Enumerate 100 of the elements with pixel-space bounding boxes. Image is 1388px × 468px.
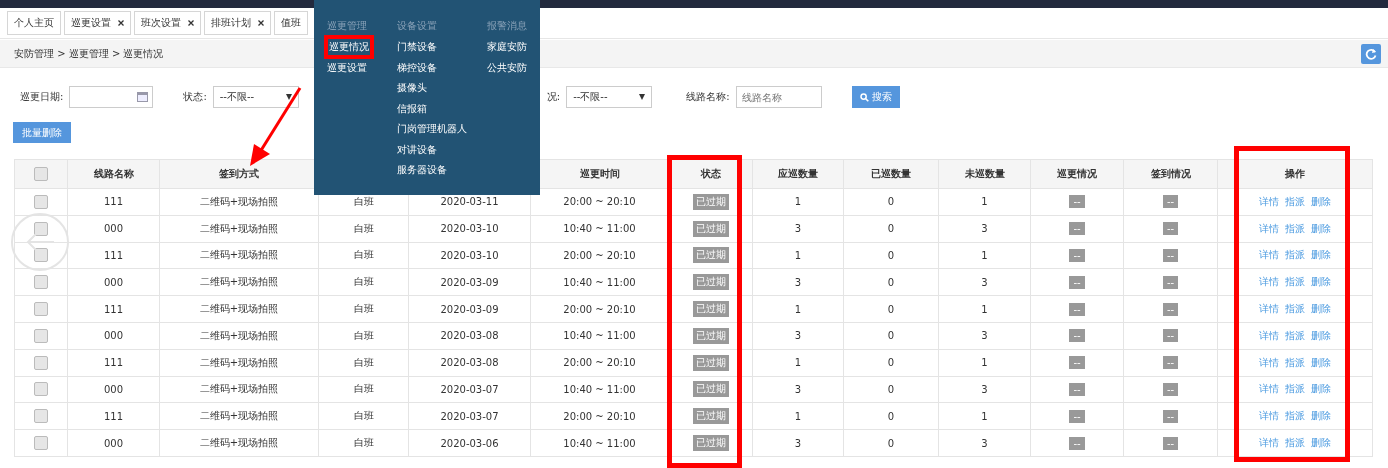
action-link[interactable]: 详情 bbox=[1259, 410, 1279, 422]
table-cell: 20:00 ~ 20:10 bbox=[563, 303, 636, 315]
action-link[interactable]: 指派 bbox=[1285, 410, 1305, 422]
table-cell: 白班 bbox=[353, 383, 374, 395]
filter-label: 况: bbox=[546, 90, 561, 104]
tab[interactable]: 个人主页 bbox=[7, 11, 61, 35]
menu-item[interactable]: 门岗管理机器人 bbox=[397, 119, 487, 140]
row-checkbox[interactable] bbox=[34, 302, 48, 317]
table-cell: 1 bbox=[794, 357, 802, 369]
table-cell: 3 bbox=[794, 437, 802, 449]
empty-badge: -- bbox=[1069, 409, 1085, 423]
tab[interactable]: 值班 bbox=[274, 11, 308, 35]
action-link[interactable]: 指派 bbox=[1285, 356, 1305, 368]
date-field[interactable] bbox=[69, 86, 154, 108]
menu-item[interactable]: 服务器设备 bbox=[397, 160, 487, 181]
empty-badge: -- bbox=[1162, 249, 1179, 262]
action-link[interactable]: 详情 bbox=[1259, 356, 1279, 368]
action-link[interactable]: 详情 bbox=[1259, 303, 1279, 315]
row-checkbox[interactable] bbox=[34, 328, 48, 343]
route-input[interactable]: 线路名称 bbox=[735, 86, 822, 108]
filter-select[interactable]: --不限-- bbox=[566, 86, 653, 108]
menu-item[interactable]: 信报箱 bbox=[397, 98, 487, 119]
table-cell: 2020-03-06 bbox=[440, 437, 499, 449]
status-badge: 已过期 bbox=[692, 408, 729, 425]
action-link[interactable]: 删除 bbox=[1311, 195, 1331, 207]
select-all-checkbox[interactable] bbox=[34, 167, 48, 181]
row-checkbox[interactable] bbox=[34, 221, 48, 236]
action-link[interactable]: 指派 bbox=[1285, 249, 1305, 261]
refresh-button[interactable] bbox=[1361, 43, 1381, 64]
menu-item[interactable]: 梯控设备 bbox=[397, 57, 487, 78]
action-link[interactable]: 删除 bbox=[1311, 276, 1331, 288]
action-link[interactable]: 指派 bbox=[1285, 383, 1305, 395]
action-link[interactable]: 详情 bbox=[1259, 195, 1279, 207]
action-link[interactable]: 详情 bbox=[1259, 276, 1279, 288]
search-button[interactable]: 搜索 bbox=[851, 86, 900, 108]
close-icon[interactable] bbox=[118, 20, 124, 26]
status-badge: 已过期 bbox=[692, 327, 729, 344]
row-checkbox[interactable] bbox=[34, 275, 48, 290]
menu-item[interactable]: 巡更设置 bbox=[327, 58, 397, 79]
action-link[interactable]: 指派 bbox=[1285, 303, 1305, 315]
row-checkbox[interactable] bbox=[34, 248, 48, 263]
column-header: 签到方式 bbox=[219, 168, 259, 179]
action-link[interactable]: 详情 bbox=[1259, 437, 1279, 449]
menu-item[interactable]: 对讲设备 bbox=[397, 139, 487, 160]
menu-item[interactable]: 家庭安防 bbox=[487, 37, 527, 58]
row-checkbox[interactable] bbox=[34, 382, 48, 397]
menu-item[interactable]: 摄像头 bbox=[397, 78, 487, 99]
action-link[interactable]: 指派 bbox=[1285, 195, 1305, 207]
table-cell: 二维码+现场拍照 bbox=[199, 437, 279, 449]
close-icon[interactable] bbox=[258, 20, 264, 26]
action-link[interactable]: 详情 bbox=[1259, 222, 1279, 234]
table-cell: 二维码+现场拍照 bbox=[199, 383, 279, 395]
table-cell: 000 bbox=[103, 437, 124, 449]
action-link[interactable]: 指派 bbox=[1285, 222, 1305, 234]
tab[interactable]: 班次设置 bbox=[134, 11, 201, 35]
empty-badge: -- bbox=[1162, 409, 1179, 423]
action-link[interactable]: 删除 bbox=[1311, 437, 1331, 449]
table-cell: 3 bbox=[981, 276, 988, 288]
close-icon[interactable] bbox=[188, 20, 194, 26]
action-link[interactable]: 删除 bbox=[1311, 222, 1331, 234]
table-cell: 0 bbox=[887, 250, 895, 261]
menu-item[interactable]: 巡更情况 bbox=[327, 38, 371, 56]
status-select[interactable]: --不限-- bbox=[212, 86, 299, 108]
table-cell: 111 bbox=[103, 250, 124, 261]
tab[interactable]: 排班计划 bbox=[204, 11, 271, 35]
batch-delete-button[interactable]: 批量删除 bbox=[13, 122, 71, 143]
table-cell: 0 bbox=[887, 276, 895, 288]
row-checkbox[interactable] bbox=[34, 355, 48, 370]
action-link[interactable]: 指派 bbox=[1285, 437, 1305, 449]
table-cell: 2020-03-07 bbox=[440, 410, 499, 422]
action-link[interactable]: 详情 bbox=[1259, 329, 1279, 341]
menu-item[interactable]: 公共安防 bbox=[487, 57, 527, 78]
action-link[interactable]: 详情 bbox=[1259, 383, 1279, 395]
table-cell: 1 bbox=[981, 357, 988, 369]
menu-item[interactable]: 门禁设备 bbox=[397, 37, 487, 58]
row-checkbox[interactable] bbox=[34, 409, 48, 424]
empty-badge: -- bbox=[1162, 436, 1179, 450]
action-link[interactable]: 详情 bbox=[1259, 249, 1279, 261]
action-link[interactable]: 指派 bbox=[1285, 276, 1305, 288]
row-checkbox[interactable] bbox=[34, 194, 48, 209]
table-cell: 白班 bbox=[353, 249, 374, 261]
row-checkbox[interactable] bbox=[34, 436, 48, 451]
search-icon bbox=[859, 92, 869, 102]
action-link[interactable]: 指派 bbox=[1285, 329, 1305, 341]
action-link[interactable]: 删除 bbox=[1311, 383, 1331, 395]
empty-badge: -- bbox=[1162, 222, 1179, 236]
action-link[interactable]: 删除 bbox=[1311, 410, 1331, 422]
tab[interactable]: 巡更设置 bbox=[64, 11, 131, 35]
action-link[interactable]: 删除 bbox=[1311, 249, 1331, 261]
table-cell: 20:00 ~ 20:10 bbox=[563, 410, 636, 422]
table-cell: 10:40 ~ 11:00 bbox=[563, 383, 636, 395]
action-link[interactable]: 删除 bbox=[1311, 303, 1331, 315]
empty-badge: -- bbox=[1069, 222, 1085, 236]
action-link[interactable]: 删除 bbox=[1311, 356, 1331, 368]
table-cell: 111 bbox=[103, 410, 124, 422]
table-cell: 1 bbox=[981, 410, 988, 422]
action-link[interactable]: 删除 bbox=[1311, 329, 1331, 341]
caret-icon bbox=[639, 94, 646, 100]
empty-badge: -- bbox=[1069, 329, 1085, 343]
empty-badge: -- bbox=[1069, 382, 1085, 396]
